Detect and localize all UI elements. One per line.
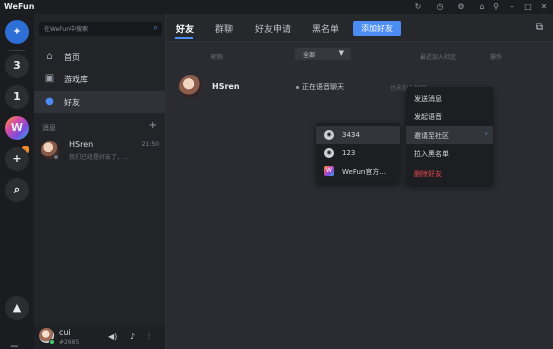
history-icon[interactable]: ↻ [412,1,424,13]
submenu-item-3434[interactable]: ◉ 3434 [316,126,400,144]
close-icon[interactable]: ✕ [538,1,550,13]
nav-item-label: 首页 [64,53,80,62]
add-friend-button[interactable]: 添加好友 [353,21,401,36]
table-row[interactable]: HSren 正在语音聊天 也未加入社区 [166,74,553,100]
menu-item-label: 邀请至社区 [414,132,449,140]
message-sender: HSren [69,140,94,149]
menu-item-delete-friend[interactable]: 删除好友 [406,164,493,182]
friends-list: 昵称 全部 ▼ 最近加入社区 操作 HSren 正在语音聊天 也未加入社区 [166,42,553,349]
settings-icon[interactable]: ⚙ [455,1,467,13]
speaker-icon[interactable]: ◀) [108,332,117,341]
friend-context-menu: 发送消息 发起语音 邀请至社区 › 拉入黑名单 删除好友 [406,87,493,185]
pin-icon[interactable]: ⚲ [490,1,502,13]
community-icon: ◉ [324,148,334,158]
online-status-icon [49,339,55,345]
app-name: WeFun [4,2,35,11]
tab-friends[interactable]: 好友 [176,22,194,35]
filter-icon: ▼ [338,49,344,57]
submenu-item-label: 3434 [342,131,360,139]
user-id: #2685 [59,339,80,346]
menu-icon[interactable]: ☰ [10,345,19,349]
chevron-right-icon: › [484,129,488,138]
message-time: 21:50 [141,141,159,148]
user-panel: cui #2685 ◀) ♪ ⫶ [34,325,165,349]
rocket-icon[interactable]: ▲ [5,296,29,320]
menu-item-send-message[interactable]: 发送消息 [406,89,493,107]
status-dot [296,86,299,89]
menu-item-invite-to-community[interactable]: 邀请至社区 › [406,126,493,144]
submenu-item-label: 123 [342,149,356,157]
rail-item-wefun-server[interactable]: W [5,116,29,140]
nav-item-game-library[interactable]: ▣ 游戏库 [34,68,165,90]
title-bar: WeFun ↻ ◷ ⚙ ⌂ ⚲ – □ ✕ [0,0,553,14]
menu-item-label: 拉入黑名单 [414,150,449,158]
tab-blacklist[interactable]: 黑名单 [312,22,339,35]
sidebar: 在WeFun中搜索 ⌕ ⌂ 首页 ▣ 游戏库 ● 好友 消息 + HSren 2… [34,14,166,349]
rail-divider [9,50,25,51]
minimize-icon[interactable]: – [506,1,518,13]
filter-label: 全部 [303,52,316,59]
friend-status: 正在语音聊天 [302,83,344,91]
column-header-nickname: 昵称 [211,54,224,61]
tab-groups[interactable]: 群聊 [215,22,233,35]
invite-community-submenu: ◉ 3434 ◉ 123 W WeFun官方... [316,123,400,183]
friends-tabs: 好友 群聊 好友申请 黑名单 添加好友 ⧉ [166,14,553,42]
shirt-icon[interactable]: ⌂ [476,1,488,13]
status-dot [53,154,59,160]
search-input[interactable]: 在WeFun中搜索 ⌕ [39,22,162,36]
messages-section-title: 消息 [42,124,56,132]
submenu-item-123[interactable]: ◉ 123 [316,144,400,162]
wefun-logo-icon[interactable]: ✦ [5,20,29,44]
friend-name: HSren [212,82,240,91]
tab-friend-requests[interactable]: 好友申请 [255,22,291,35]
submenu-item-wefun-official[interactable]: W WeFun官方... [316,162,400,180]
maximize-icon[interactable]: □ [522,1,534,13]
server-rail: ✦ 3 1 W + ⌕ ▲ ☰ [0,14,34,349]
search-placeholder: 在WeFun中搜索 [44,26,89,33]
user-icon: ● [45,96,54,107]
column-header-recent-community: 最近加入社区 [420,54,457,61]
menu-item-label: 删除好友 [414,170,442,178]
rail-item-1[interactable]: 1 [5,85,29,109]
clock-icon[interactable]: ◷ [434,1,446,13]
nav-item-label: 游戏库 [64,75,88,84]
nav-item-label: 好友 [64,98,80,107]
home-icon: ⌂ [46,51,53,62]
column-header-actions: 操作 [490,54,503,61]
equalizer-icon[interactable]: ⫶ [148,332,150,342]
wefun-community-icon: W [324,166,334,176]
message-preview: 我们已经是好友了，... [69,154,129,161]
add-server-button[interactable]: + [5,147,29,171]
menu-item-label: 发起语音 [414,113,442,121]
community-icon: ◉ [324,130,334,140]
nav-item-friends[interactable]: ● 好友 [34,91,165,113]
menu-item-blacklist[interactable]: 拉入黑名单 [406,144,493,162]
menu-item-voice-call[interactable]: 发起语音 [406,107,493,125]
chat-bubbles-icon[interactable]: ⧉ [536,22,543,33]
avatar [179,75,202,98]
gamepad-icon: ▣ [44,73,55,84]
submenu-item-label: WeFun官方... [342,168,387,176]
add-message-icon[interactable]: + [149,120,157,131]
rail-item-3[interactable]: 3 [5,54,29,78]
active-tab-indicator [175,37,193,39]
search-icon[interactable]: ⌕ [154,23,158,33]
microphone-icon[interactable]: ♪ [130,332,135,341]
discover-search-icon[interactable]: ⌕ [5,178,29,202]
menu-item-label: 发送消息 [414,95,442,103]
status-filter-select[interactable]: 全部 ▼ [295,48,351,60]
nav-item-home[interactable]: ⌂ 首页 [34,46,165,68]
user-name: cui [59,328,71,337]
